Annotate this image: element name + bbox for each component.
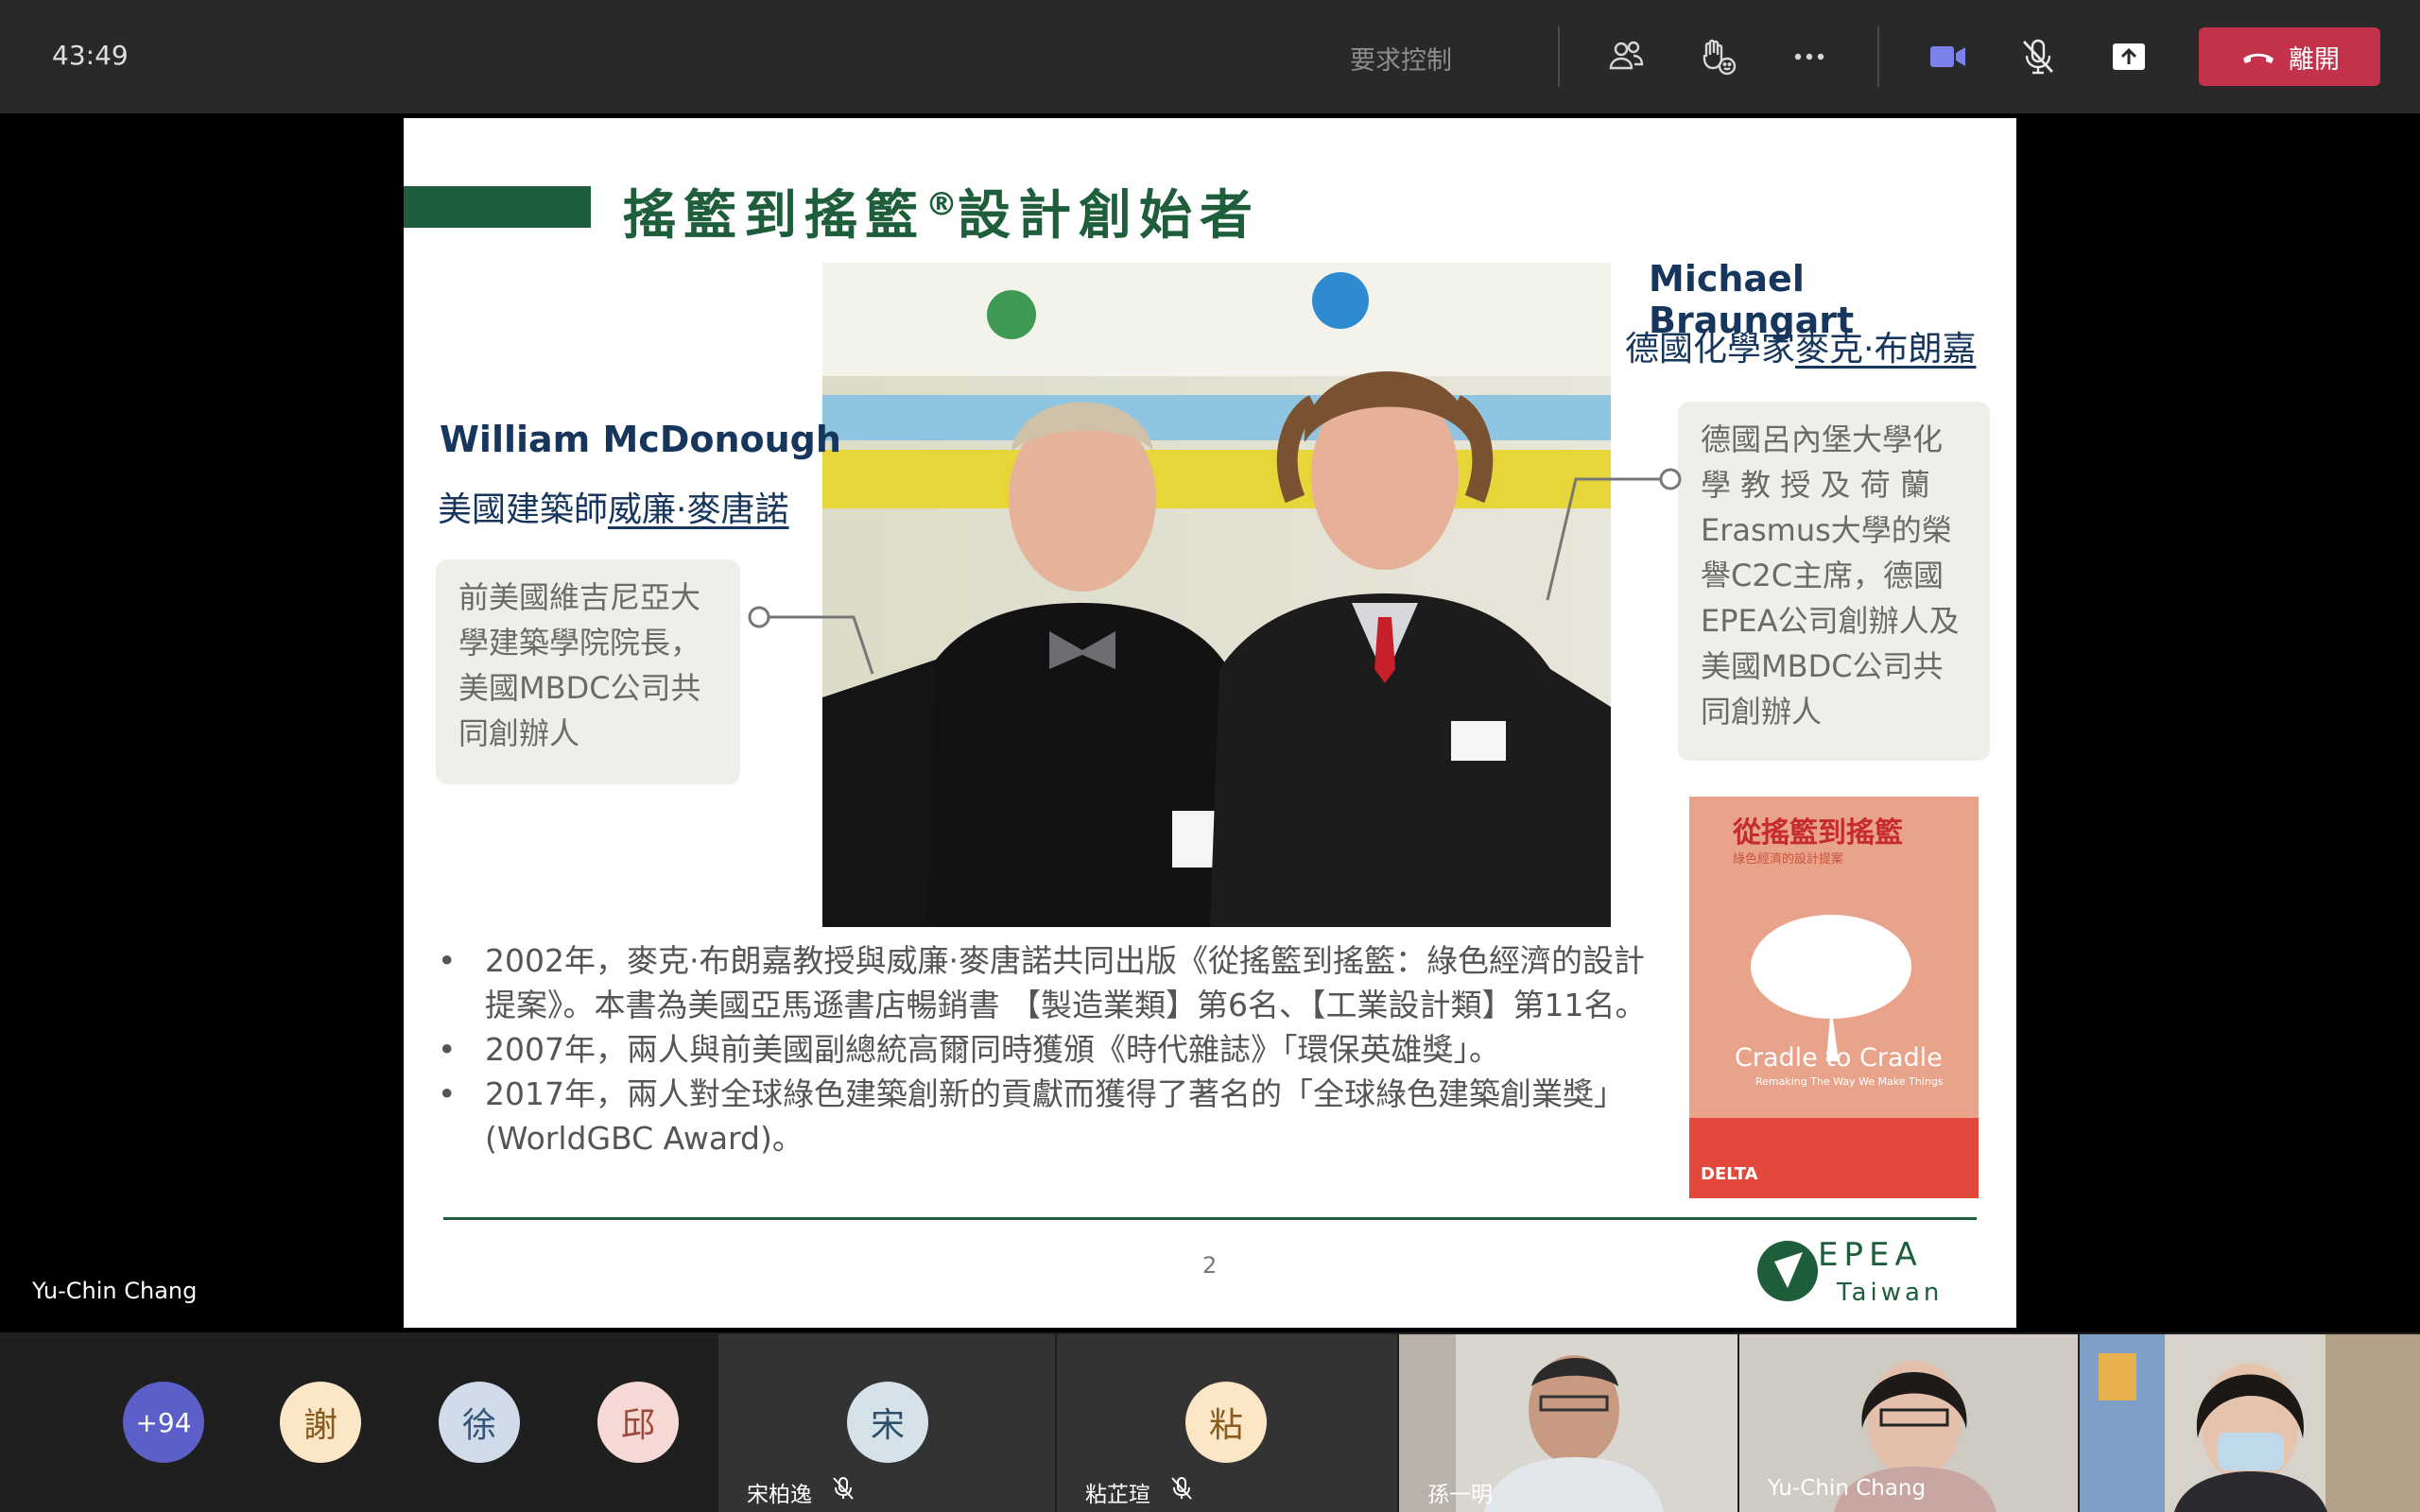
request-control-button[interactable]: 要求控制 <box>1350 40 1452 77</box>
title-suffix: 設計創始者 <box>958 185 1260 247</box>
bio-line: 美國MBDC公司共 <box>458 670 701 706</box>
participant-name: Yu-Chin Chang <box>1768 1476 1927 1501</box>
participant-avatar[interactable]: 徐 <box>439 1382 520 1463</box>
right-connector-line <box>1546 468 1682 601</box>
mic-off-icon <box>2022 39 2054 75</box>
bio-line: 譽C2C主席，德國 <box>1701 558 1945 593</box>
participant-video[interactable]: Yu-Chin Chang <box>1739 1334 2078 1512</box>
shared-slide: 搖籃到搖籃®設計創始者 William McDonough 美國建築師威廉·麥唐… <box>404 118 2016 1328</box>
bio-line: Erasmus大學的榮 <box>1701 512 1952 548</box>
right-person-title: 德國化學家 <box>1625 330 1796 369</box>
participant-avatar: 宋 <box>847 1382 928 1463</box>
more-icon <box>1794 53 1824 60</box>
participant-video[interactable] <box>2080 1334 2420 1512</box>
title-accent-bar <box>404 186 591 228</box>
hand-reaction-icon <box>1703 39 1737 76</box>
participant-name: 宋柏逸 <box>747 1483 812 1507</box>
right-person-bio: 德國呂內堡大學化 學 教 授 及 荷 蘭 Erasmus大學的榮 譽C2C主席，… <box>1678 402 1990 761</box>
bio-line: 美國MBDC公司共 <box>1701 648 1944 684</box>
more-options-button[interactable] <box>1781 28 1838 85</box>
left-connector-line <box>748 606 874 675</box>
participant-avatar[interactable]: 邱 <box>597 1382 679 1463</box>
right-person-name: 麥克·布朗嘉 <box>1795 330 1977 369</box>
book-subtitle-text: 綠色經濟的設計提案 <box>1733 851 1843 867</box>
book-en-title-text: Cradle to Cradle <box>1735 1043 1943 1073</box>
book-title-text: 從搖籃到搖籃 <box>1732 816 1903 850</box>
registered-mark: ® <box>925 185 958 224</box>
book-cover: 從搖籃到搖籃 綠色經濟的設計提案 Cradle to Cradle Remaki… <box>1689 797 1979 1198</box>
bio-line: 學建築學院院長， <box>458 625 701 661</box>
participant-video[interactable]: 孫一明 <box>1399 1334 1737 1512</box>
title-main: 搖籃到搖籃 <box>623 185 925 247</box>
left-person-title: 美國建築師 <box>438 490 609 529</box>
hang-up-icon <box>2243 53 2273 63</box>
slide-page-number: 2 <box>1202 1252 1218 1279</box>
logo-text: EPEA <box>1818 1236 1923 1274</box>
participant-name: 孫一明 <box>1427 1483 1493 1507</box>
raise-hand-button[interactable] <box>1689 28 1746 85</box>
leave-label: 離開 <box>2289 44 2340 75</box>
book-cover-art: 從搖籃到搖籃 綠色經濟的設計提案 Cradle to Cradle Remaki… <box>1689 797 1979 1198</box>
bio-line: 德國呂內堡大學化 <box>1701 421 1944 457</box>
participant-avatar[interactable]: 謝 <box>280 1382 361 1463</box>
logo-subtext: Taiwan <box>1837 1279 1944 1307</box>
camera-button[interactable] <box>1919 28 1976 85</box>
meeting-toolbar: 43:49 要求控制 離開 <box>0 0 2420 113</box>
bio-line: 前美國維吉尼亞大 <box>458 579 701 615</box>
mic-off-icon <box>1171 1477 1192 1500</box>
slide-bullet-list: 2002年，麥克·布朗嘉教授與威廉·麥唐諾共同出版《從搖籃到搖籃：綠色經濟的設計… <box>432 938 1661 1160</box>
bio-line: 學 教 授 及 荷 蘭 <box>1701 467 1930 503</box>
people-icon <box>1609 41 1644 70</box>
photo-illustration <box>822 263 1611 927</box>
left-person-bio: 前美國維吉尼亞大 學建築學院院長， 美國MBDC公司共 同創辦人 <box>436 559 740 784</box>
leave-meeting-button[interactable]: 離開 <box>2199 27 2380 86</box>
mic-off-icon <box>833 1477 854 1500</box>
bullet-item: 2007年，兩人與前美國副總統高爾同時獲頒《時代雜誌》「環保英雄獎」。 <box>432 1027 1661 1072</box>
bio-line: 同創辦人 <box>1701 694 1823 730</box>
left-person-name: 威廉·麥唐諾 <box>608 490 789 529</box>
founders-photo <box>822 263 1611 927</box>
participant-avatar: 粘 <box>1185 1382 1267 1463</box>
microphone-button[interactable] <box>2010 28 2066 85</box>
left-person-name-en: William McDonough <box>440 419 841 460</box>
participant-name: 粘芷瑄 <box>1085 1483 1150 1507</box>
bullet-item: 2002年，麥克·布朗嘉教授與威廉·麥唐諾共同出版《從搖籃到搖籃：綠色經濟的設計… <box>432 938 1661 1027</box>
meeting-timer: 43:49 <box>52 40 129 71</box>
bio-line: 同創辦人 <box>458 715 580 751</box>
left-person-name-zh: 美國建築師威廉·麥唐諾 <box>438 482 788 531</box>
presenter-name-label: Yu-Chin Chang <box>32 1278 198 1304</box>
more-participants-badge[interactable]: +94 <box>123 1382 204 1463</box>
toolbar-divider <box>1558 26 1560 87</box>
participants-button[interactable] <box>1598 28 1654 85</box>
book-publisher-text: DELTA <box>1701 1164 1758 1184</box>
slide-title: 搖籃到搖籃®設計創始者 <box>623 173 1260 249</box>
video-feed-illustration <box>2080 1334 2420 1512</box>
bio-line: EPEA公司創辦人及 <box>1701 603 1960 639</box>
book-en-sub-text: Remaking The Way We Make Things <box>1755 1075 1944 1088</box>
slide-footer-rule <box>443 1217 1977 1220</box>
bullet-item: 2017年，兩人對全球綠色建築創新的貢獻而獲得了著名的「全球綠色建築創業獎」(W… <box>432 1072 1661 1160</box>
toolbar-divider <box>1877 26 1879 87</box>
share-screen-button[interactable] <box>2100 28 2157 85</box>
right-person-name-zh: 德國化學家麥克·布朗嘉 <box>1625 321 1976 370</box>
video-camera-icon <box>1930 46 1965 67</box>
share-upload-icon <box>2113 43 2145 70</box>
